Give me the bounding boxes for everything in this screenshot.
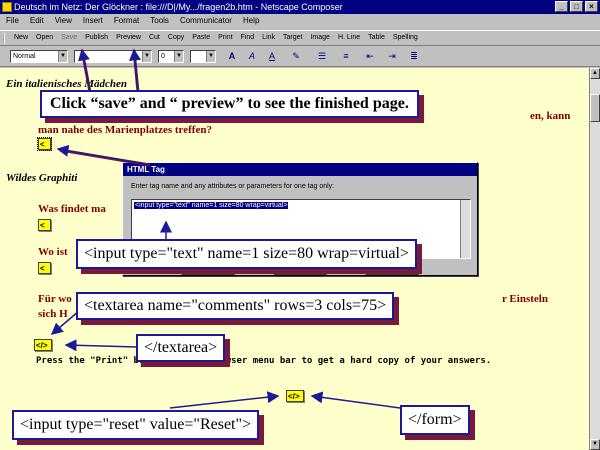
composer-app-icon [2, 2, 12, 12]
font-face-select[interactable]: ▼ [74, 50, 152, 63]
callout-reset-tag: <input type="reset" value="Reset"> [12, 410, 260, 440]
callout-input-tag: <input type="text" name=1 size=80 wrap=v… [76, 239, 417, 269]
toolbar-open-button[interactable]: Open [36, 31, 53, 45]
chevron-down-icon: ▼ [142, 51, 151, 62]
scroll-up-arrow-icon[interactable]: ▲ [590, 68, 600, 79]
window-title: Deutsch im Netz: Der Glöckner : file:///… [14, 2, 343, 12]
toolbar-image-button[interactable]: Image [310, 31, 329, 45]
scrollbar-thumb[interactable] [590, 94, 600, 122]
vertical-scrollbar[interactable]: ▲ ▼ [589, 68, 600, 450]
toolbar-publish-button[interactable]: Publish [85, 31, 108, 45]
toolbar-find-button[interactable]: Find [241, 31, 255, 45]
menu-view[interactable]: View [55, 14, 72, 28]
menu-edit[interactable]: Edit [30, 14, 44, 28]
chevron-down-icon: ▼ [206, 51, 215, 62]
form-field-tag-icon[interactable]: < [38, 262, 51, 274]
menu-bar: File Edit View Insert Format Tools Commu… [0, 14, 600, 28]
question4-text-b: sich H [38, 308, 68, 320]
menu-file[interactable]: File [6, 14, 19, 28]
callout-instruction: Click “save” and “ preview” to see the f… [40, 90, 419, 118]
bold-icon[interactable]: A [226, 51, 238, 62]
close-button[interactable]: × [585, 1, 598, 12]
window-titlebar: Deutsch im Netz: Der Glöckner : file:///… [0, 0, 600, 14]
form-end-tag-icon[interactable]: </> [286, 390, 304, 402]
underline-icon[interactable]: A [266, 51, 278, 62]
font-size-value: 0 [161, 53, 165, 60]
toolbar-grip-handle[interactable] [3, 33, 8, 44]
toolbar-paste-button[interactable]: Paste [192, 31, 210, 45]
callout-textarea-close: </textarea> [136, 334, 226, 362]
dialog-instruction-label: Enter tag name and any attributes or par… [131, 183, 335, 190]
align-icon[interactable]: ≣ [408, 51, 420, 62]
callout-form-close: </form> [400, 405, 470, 435]
italic-icon[interactable]: A [246, 51, 258, 62]
heading-italian-girl: Ein italienisches Mädchen [6, 78, 128, 90]
question4-tail: r Einsteln [502, 293, 548, 305]
toolbar-save-button[interactable]: Save [61, 31, 77, 45]
formatting-toolbar: Normal ▼ ▼ 0 ▼ ▼ A A A ✎ ☰ ≡ ⇤ ⇥ ≣ [0, 47, 600, 67]
toolbar-table-button[interactable]: Table [368, 31, 385, 45]
toolbar-cut-button[interactable]: Cut [149, 31, 160, 45]
heading-wild-graffiti: Wildes Graphiti [6, 172, 78, 184]
menu-help[interactable]: Help [243, 14, 259, 28]
minimize-button[interactable]: _ [555, 1, 568, 12]
font-size-select[interactable]: 0 ▼ [158, 50, 184, 63]
form-field-tag-icon[interactable]: < [37, 137, 52, 151]
scroll-down-arrow-icon[interactable]: ▼ [590, 439, 600, 450]
maximize-button[interactable]: □ [570, 1, 583, 12]
paragraph-style-value: Normal [13, 53, 36, 60]
menu-insert[interactable]: Insert [83, 14, 103, 28]
toolbar-hline-button[interactable]: H. Line [338, 31, 360, 45]
dialog-title: HTML Tag [123, 163, 477, 176]
toolbar-target-button[interactable]: Target [283, 31, 302, 45]
clear-styles-icon[interactable]: ✎ [290, 51, 302, 62]
callout-textarea-tag: <textarea name="comments" rows=3 cols=75… [76, 292, 395, 320]
tag-text-selection: <input type="text" name=1 size=80 wrap=v… [134, 202, 289, 209]
menu-tools[interactable]: Tools [150, 14, 169, 28]
question2-text: Was findet ma [38, 203, 106, 215]
question1-text: man nahe des Marienplatzes treffen? [38, 124, 212, 136]
text-color-select[interactable]: ▼ [190, 50, 216, 63]
composition-toolbar: New Open Save Publish Preview Cut Copy P… [0, 30, 600, 46]
bullet-list-icon[interactable]: ☰ [316, 51, 328, 62]
window-controls: _ □ × [555, 1, 598, 12]
chevron-down-icon: ▼ [174, 51, 183, 62]
indent-icon[interactable]: ⇥ [386, 51, 398, 62]
paragraph-style-select[interactable]: Normal ▼ [10, 50, 68, 63]
toolbar-new-button[interactable]: New [14, 31, 28, 45]
toolbar-preview-button[interactable]: Preview [116, 31, 141, 45]
menu-format[interactable]: Format [114, 14, 139, 28]
textarea-tag-icon[interactable]: </> [34, 339, 52, 351]
toolbar-link-button[interactable]: Link [262, 31, 275, 45]
outdent-icon[interactable]: ⇤ [364, 51, 376, 62]
chevron-down-icon: ▼ [58, 51, 67, 62]
form-field-tag-icon[interactable]: < [38, 219, 51, 231]
question1-tail: en, kann [530, 110, 571, 122]
numbered-list-icon[interactable]: ≡ [340, 51, 352, 62]
dialog-scrollbar[interactable] [460, 200, 470, 258]
toolbar-copy-button[interactable]: Copy [168, 31, 184, 45]
question3-text: Wo ist [38, 246, 68, 258]
question4-text-a: Für wo [38, 293, 72, 305]
menu-communicator[interactable]: Communicator [180, 14, 232, 28]
toolbar-print-button[interactable]: Print [218, 31, 232, 45]
toolbar-spelling-button[interactable]: Spelling [393, 31, 418, 45]
print-instruction-text: Press the "Print" button in the browser … [36, 356, 492, 366]
